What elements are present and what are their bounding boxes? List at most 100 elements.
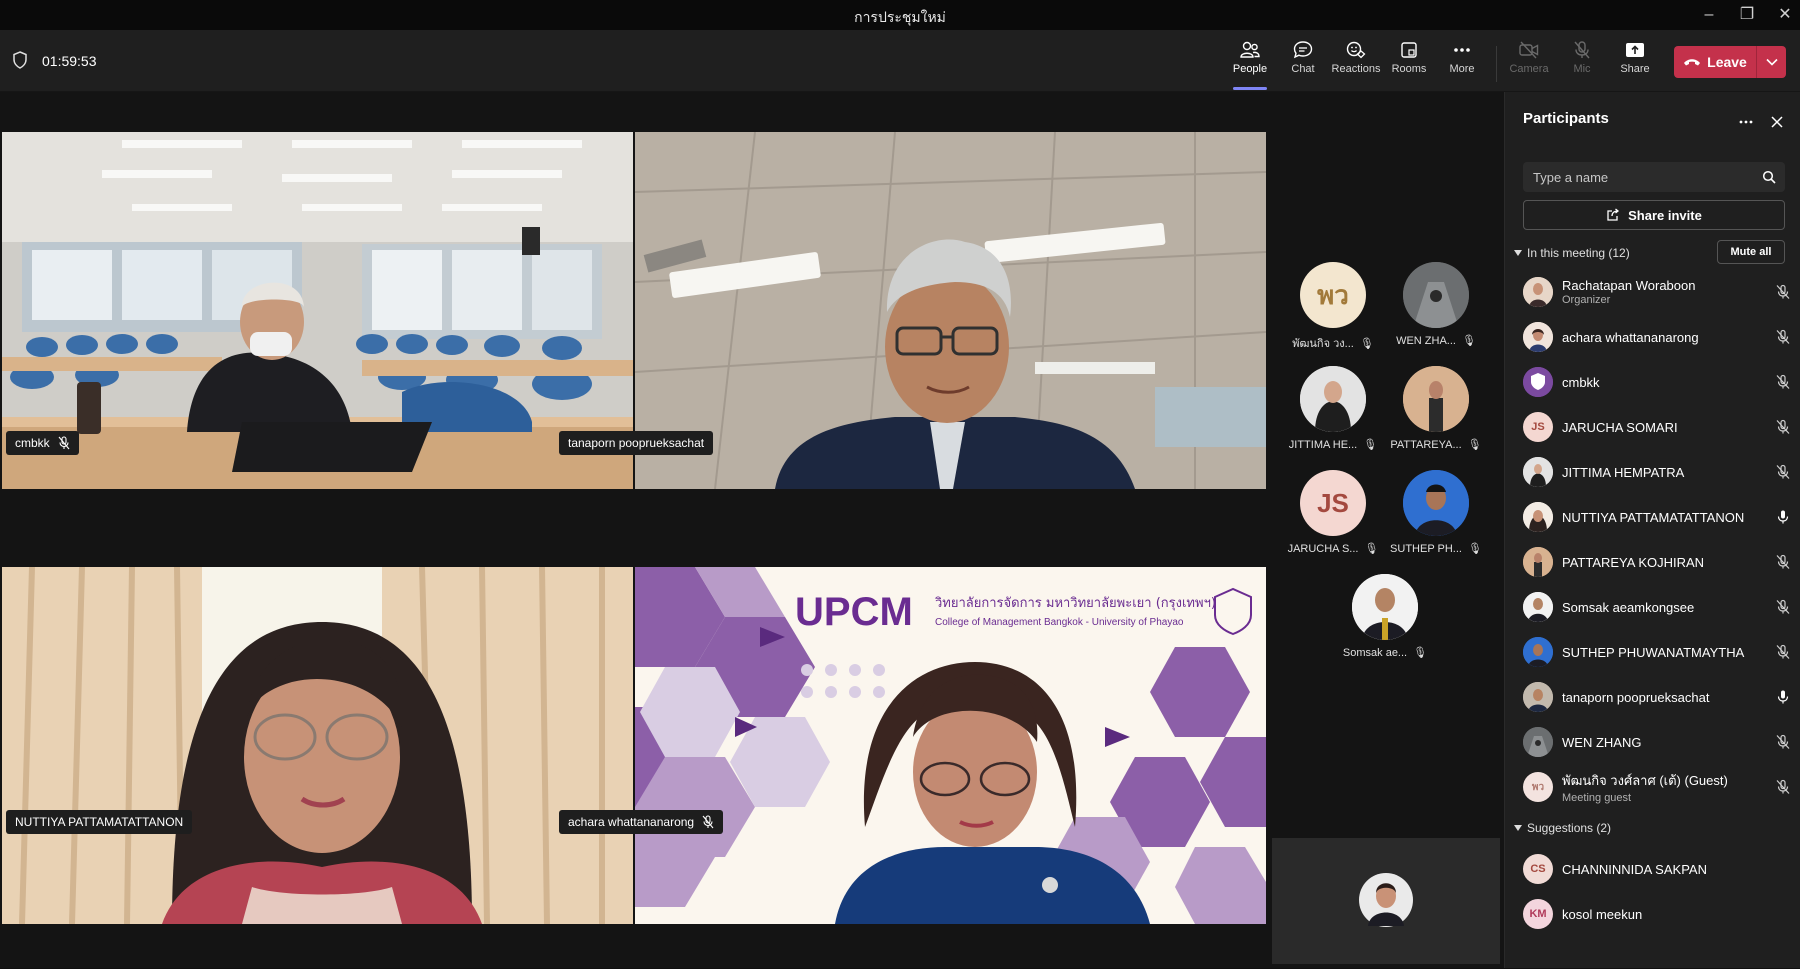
mic-off-icon: 🎙 (1467, 439, 1482, 451)
mic-off-icon (702, 815, 714, 829)
more-options-icon[interactable] (1738, 114, 1754, 130)
leave-options-button[interactable] (1756, 46, 1786, 78)
rooms-icon (1401, 42, 1417, 58)
rooms-label: Rooms (1391, 63, 1427, 75)
mic-off-icon[interactable] (1775, 734, 1791, 750)
leave-main-button[interactable]: Leave (1674, 46, 1756, 78)
participant-name: kosol meekun (1562, 906, 1643, 922)
avatar-name: JARUCHA S... (1287, 542, 1359, 555)
caret-down-icon (1514, 250, 1522, 256)
close-icon[interactable] (1769, 114, 1785, 130)
mic-off-icon[interactable] (1775, 284, 1791, 300)
search-icon[interactable] (1762, 170, 1776, 184)
minimize-button[interactable]: – (1694, 4, 1724, 26)
participant-row[interactable]: PATTAREYA KOJHIRAN (1523, 542, 1793, 582)
participant-avatar-tile[interactable]: WEN ZHA... 🎙 (1386, 262, 1486, 347)
participants-panel: Participants Share invite In this meetin… (1504, 92, 1800, 968)
participant-row[interactable]: NUTTIYA PATTAMATATTANON (1523, 497, 1793, 537)
avatar (1523, 277, 1553, 307)
participant-name: tanaporn pooprueksachat (1562, 689, 1710, 705)
participant-name: achara whattananarong (1562, 329, 1699, 345)
mic-on-icon[interactable] (1775, 509, 1791, 525)
camera-button[interactable]: Camera (1502, 38, 1556, 88)
participant-name: JARUCHA SOMARI (1562, 419, 1678, 435)
participant-name-badge: cmbkk (6, 431, 79, 455)
participant-avatar-tile[interactable]: PATTAREYA... 🎙 (1386, 366, 1486, 451)
suggested-participant-row[interactable]: KM kosol meekun (1523, 894, 1793, 934)
participant-name: NUTTIYA PATTAMATATTANON (15, 815, 184, 829)
share-invite-button[interactable]: Share invite (1523, 200, 1785, 230)
upcm-english-text: College of Management Bangkok - Universi… (935, 617, 1184, 628)
avatar (1403, 366, 1469, 432)
avatar (1523, 592, 1553, 622)
upcm-background-image: UPCM วิทยาลัยการจัดการ มหาวิทยาลัยพะเยา … (635, 567, 1266, 924)
people-button[interactable]: People (1223, 38, 1277, 90)
avatar-name: Somsak ae... (1342, 646, 1408, 659)
chat-icon (1293, 41, 1313, 59)
participant-row[interactable]: tanaporn pooprueksachat (1523, 677, 1793, 717)
mic-off-icon[interactable] (1775, 644, 1791, 660)
mic-off-icon[interactable] (1775, 464, 1791, 480)
participant-row[interactable]: achara whattananarong (1523, 317, 1793, 357)
more-button[interactable]: More (1435, 38, 1489, 88)
camera-off-icon (1519, 41, 1539, 59)
participant-row[interactable]: SUTHEP PHUWANATMAYTHA (1523, 632, 1793, 672)
restore-button[interactable]: ❐ (1732, 4, 1762, 26)
suggestions-section-toggle[interactable]: Suggestions (2) (1513, 821, 1611, 835)
toolbar-divider (1496, 46, 1497, 82)
avatar: JS (1523, 412, 1553, 442)
mic-off-icon[interactable] (1775, 329, 1791, 345)
mic-off-icon[interactable] (1775, 779, 1791, 795)
avatar (1523, 457, 1553, 487)
hang-up-icon (1684, 59, 1701, 66)
shield-icon (13, 51, 27, 69)
participant-row[interactable]: พว พัฒนกิจ วงศ์ลาศ (เต้) (Guest) Meeting … (1523, 767, 1793, 807)
participant-row[interactable]: WEN ZHANG (1523, 722, 1793, 762)
mic-off-icon[interactable] (1775, 599, 1791, 615)
share-tray-icon (1626, 43, 1644, 57)
self-video-image (1272, 838, 1500, 964)
video-tile[interactable] (2, 567, 633, 924)
mic-off-icon[interactable] (1775, 419, 1791, 435)
avatar-photo (1403, 366, 1469, 432)
share-button[interactable]: Share (1608, 38, 1662, 88)
mic-off-icon[interactable] (1775, 554, 1791, 570)
reactions-button[interactable]: Reactions (1329, 38, 1383, 88)
video-tile[interactable] (2, 132, 633, 489)
video-tile[interactable] (635, 132, 1266, 489)
chat-label: Chat (1291, 63, 1315, 75)
mic-button[interactable]: Mic (1555, 38, 1609, 88)
rooms-button[interactable]: Rooms (1382, 38, 1436, 88)
participant-avatar-tile[interactable]: Somsak ae... 🎙 (1335, 574, 1435, 659)
self-preview-tile[interactable] (1272, 838, 1500, 964)
mute-all-button[interactable]: Mute all (1717, 240, 1785, 264)
in-meeting-section-toggle[interactable]: In this meeting (12) (1513, 246, 1630, 260)
participant-row[interactable]: Somsak aeamkongsee (1523, 587, 1793, 627)
upcm-logo-text: UPCM (795, 590, 913, 634)
participant-row[interactable]: Rachatapan Woraboon Organizer (1523, 272, 1793, 312)
participant-row[interactable]: JITTIMA HEMPATRA (1523, 452, 1793, 492)
search-input[interactable] (1533, 162, 1753, 192)
avatar (1403, 262, 1469, 328)
more-label: More (1449, 63, 1475, 75)
participant-avatar-tile[interactable]: JITTIMA HE... 🎙 (1283, 366, 1383, 451)
participant-avatar-tile[interactable]: JS JARUCHA S... 🎙 (1283, 470, 1383, 555)
mic-off-icon (58, 436, 70, 450)
participant-name: PATTAREYA KOJHIRAN (1562, 554, 1705, 570)
meeting-toolbar: 01:59:53 People Chat Reactions Rooms Mor… (0, 30, 1800, 92)
participant-row[interactable]: JS JARUCHA SOMARI (1523, 407, 1793, 447)
video-tile[interactable]: UPCM วิทยาลัยการจัดการ มหาวิทยาลัยพะเยา … (635, 567, 1266, 924)
participant-name: WEN ZHANG (1562, 734, 1642, 750)
leave-button[interactable]: Leave (1674, 46, 1786, 78)
avatar: พว (1300, 262, 1366, 328)
chat-button[interactable]: Chat (1276, 38, 1330, 88)
participant-avatar-tile[interactable]: SUTHEP PH... 🎙 (1386, 470, 1486, 555)
close-window-button[interactable]: ✕ (1770, 4, 1800, 26)
participant-row[interactable]: cmbkk (1523, 362, 1793, 402)
participant-avatar-tile[interactable]: พว พัฒนกิจ วง... 🎙 (1283, 262, 1383, 352)
suggested-participant-row[interactable]: CS CHANNINNIDA SAKPAN (1523, 849, 1793, 889)
avatar-photo (1403, 262, 1469, 328)
mic-off-icon[interactable] (1775, 374, 1791, 390)
participant-name: Somsak aeamkongsee (1562, 599, 1695, 615)
mic-on-icon[interactable] (1775, 689, 1791, 705)
